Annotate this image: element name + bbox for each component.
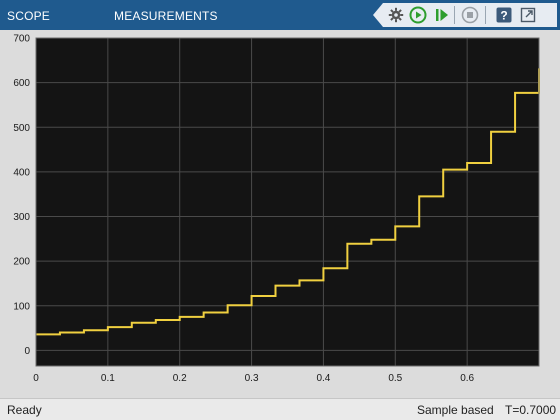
- y-tick-label: 500: [13, 123, 30, 134]
- status-bar: Ready Sample based T=0.7000: [0, 398, 560, 420]
- toolbar-separator: [454, 6, 455, 24]
- x-tick-label: 0.4: [316, 373, 330, 384]
- plot-background: [36, 38, 539, 366]
- status-sample-mode: Sample based: [417, 403, 494, 417]
- time-scope-chart[interactable]: 0 0.1 0.2 0.3 0.4 0.5 0.6 0 100 200 300 400 500 600 70…: [0, 30, 560, 398]
- scope-window: SCOPE MEASUREMENTS ? 0 0.1 0.2 0.3 0.4 0…: [0, 0, 560, 420]
- x-tick-label: 0.3: [245, 373, 259, 384]
- scope-plot-area: 0 0.1 0.2 0.3 0.4 0.5 0.6 0 100 200 300 400 500 600 70…: [0, 30, 560, 398]
- tab-scope[interactable]: SCOPE: [7, 9, 50, 23]
- x-tick-label: 0.2: [173, 373, 187, 384]
- undock-icon[interactable]: [519, 6, 537, 24]
- x-tick-label: 0: [33, 373, 39, 384]
- x-tick-label: 0.6: [460, 373, 474, 384]
- y-tick-label: 600: [13, 78, 30, 89]
- status-ready: Ready: [7, 403, 42, 417]
- help-icon[interactable]: ?: [495, 6, 513, 24]
- y-tick-label: 0: [24, 346, 30, 357]
- step-forward-icon[interactable]: [433, 6, 451, 24]
- svg-text:?: ?: [500, 8, 507, 22]
- tab-measurements[interactable]: MEASUREMENTS: [114, 9, 218, 23]
- y-tick-label: 100: [13, 301, 30, 312]
- y-tick-label: 400: [13, 167, 30, 178]
- x-tick-label: 0.1: [101, 373, 115, 384]
- y-tick-label: 300: [13, 212, 30, 223]
- quick-access-toolbar: ?: [373, 3, 557, 27]
- y-tick-label: 700: [13, 34, 30, 45]
- y-tick-label: 200: [13, 257, 30, 268]
- toolbar-chevron: [373, 3, 383, 27]
- run-icon[interactable]: [409, 6, 427, 24]
- toolbar-separator: [485, 6, 486, 24]
- x-tick-label: 0.5: [388, 373, 402, 384]
- status-time: T=0.7000: [505, 403, 557, 417]
- stop-icon[interactable]: [461, 6, 479, 24]
- toolstrip-tabbar: SCOPE MEASUREMENTS ?: [0, 0, 560, 30]
- settings-gear-icon[interactable]: [387, 6, 405, 24]
